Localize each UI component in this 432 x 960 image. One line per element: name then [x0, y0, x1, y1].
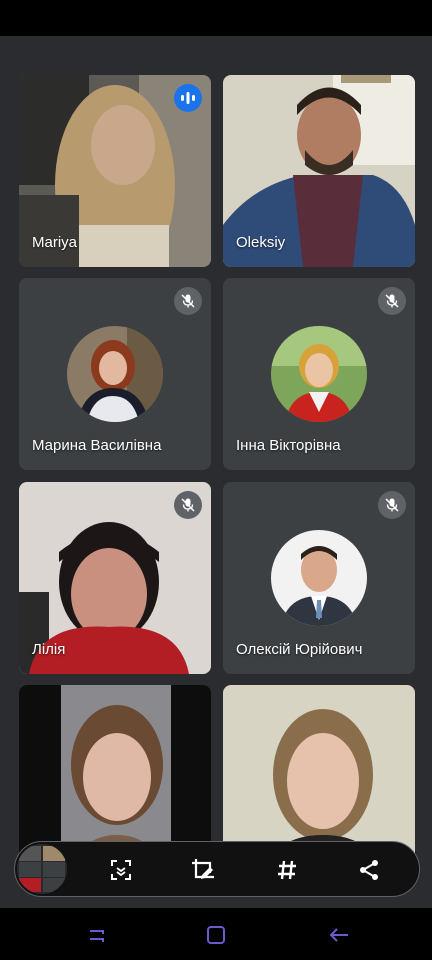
- mic-off-indicator: [378, 287, 406, 315]
- focus-button[interactable]: [103, 852, 139, 888]
- participant-tile-mariya[interactable]: Mariya: [19, 75, 211, 267]
- mic-off-indicator: [174, 287, 202, 315]
- participant-tile-oleksiy[interactable]: Oleksiy: [223, 75, 415, 267]
- system-navigation-bar: [0, 908, 432, 960]
- avatar: [271, 530, 367, 626]
- avatar: [67, 326, 163, 422]
- crop-edit-button[interactable]: [185, 852, 221, 888]
- participant-tile-oleksii[interactable]: Олексій Юрійович: [223, 482, 415, 674]
- status-bar: [0, 0, 432, 36]
- audio-wave-icon: [181, 92, 195, 104]
- recent-apps-button[interactable]: [84, 922, 110, 948]
- back-button[interactable]: [326, 922, 352, 948]
- tag-button[interactable]: [269, 852, 305, 888]
- crop-edit-icon: [192, 859, 214, 879]
- participant-name: Mariya: [32, 234, 78, 251]
- recent-apps-icon: [90, 930, 104, 942]
- meeting-grid: Mariya Oleksiy Марина Василівна Інна Вік…: [0, 36, 432, 908]
- participants-thumbnail-button[interactable]: [17, 844, 67, 894]
- share-button[interactable]: [351, 852, 387, 888]
- participant-name: Марина Василівна: [32, 437, 162, 454]
- mic-off-indicator: [174, 491, 202, 519]
- participant-tile-maryna[interactable]: Марина Василівна: [19, 278, 211, 470]
- mic-off-icon: [181, 498, 195, 512]
- mic-off-icon: [181, 294, 195, 308]
- home-button[interactable]: [203, 922, 229, 948]
- share-icon: [360, 860, 378, 880]
- participant-name: Інна Вікторівна: [236, 437, 341, 454]
- mic-off-indicator: [378, 491, 406, 519]
- participant-name: Олексій Юрійович: [236, 641, 363, 658]
- home-icon: [207, 926, 225, 944]
- mic-off-icon: [385, 294, 399, 308]
- avatar: [271, 326, 367, 422]
- focus-frame-icon: [111, 860, 131, 880]
- mic-off-icon: [385, 498, 399, 512]
- hashtag-icon: [278, 860, 296, 880]
- participant-tile-inna[interactable]: Інна Вікторівна: [223, 278, 415, 470]
- grid-thumbnail-icon: [17, 844, 67, 894]
- speaking-indicator: [174, 84, 202, 112]
- bottom-toolbar: [14, 841, 420, 897]
- participant-name: Oleksiy: [236, 234, 286, 251]
- participant-tile-liliia[interactable]: Лілія: [19, 482, 211, 674]
- participant-name: Лілія: [32, 641, 66, 658]
- back-arrow-icon: [329, 928, 348, 942]
